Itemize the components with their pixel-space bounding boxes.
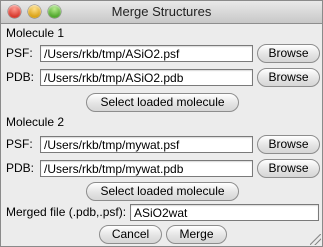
molecule1-pdb-label: PDB: [6, 70, 35, 84]
molecule2-heading: Molecule 2 [6, 115, 65, 129]
molecule2-psf-label: PSF: [6, 137, 33, 151]
molecule1-heading: Molecule 1 [6, 26, 65, 40]
molecule2-pdb-browse-button[interactable]: Browse [257, 159, 320, 178]
molecule1-pdb-browse-button[interactable]: Browse [257, 68, 320, 87]
molecule2-psf-browse-button[interactable]: Browse [257, 135, 320, 154]
window-title: Merge Structures [111, 4, 212, 19]
molecule1-psf-input[interactable] [40, 45, 253, 62]
cancel-button[interactable]: Cancel [99, 225, 162, 244]
molecule2-psf-input[interactable] [40, 136, 253, 153]
molecule2-select-loaded-button[interactable]: Select loaded molecule [86, 182, 239, 201]
merged-file-label: Merged file (.pdb,.psf): [6, 205, 127, 219]
molecule2-pdb-label: PDB: [6, 161, 35, 175]
resize-grip-icon[interactable] [310, 234, 321, 245]
merged-file-input[interactable] [130, 204, 319, 221]
molecule1-pdb-input[interactable] [40, 69, 253, 86]
merge-structures-window: Merge Structures Molecule 1 PSF: Browse … [0, 0, 323, 247]
molecule1-psf-browse-button[interactable]: Browse [257, 44, 320, 63]
molecule1-psf-label: PSF: [6, 46, 33, 60]
molecule1-select-loaded-button[interactable]: Select loaded molecule [86, 93, 239, 112]
merge-button[interactable]: Merge [166, 225, 227, 244]
title-bar[interactable]: Merge Structures [1, 1, 322, 24]
molecule2-pdb-input[interactable] [40, 160, 253, 177]
